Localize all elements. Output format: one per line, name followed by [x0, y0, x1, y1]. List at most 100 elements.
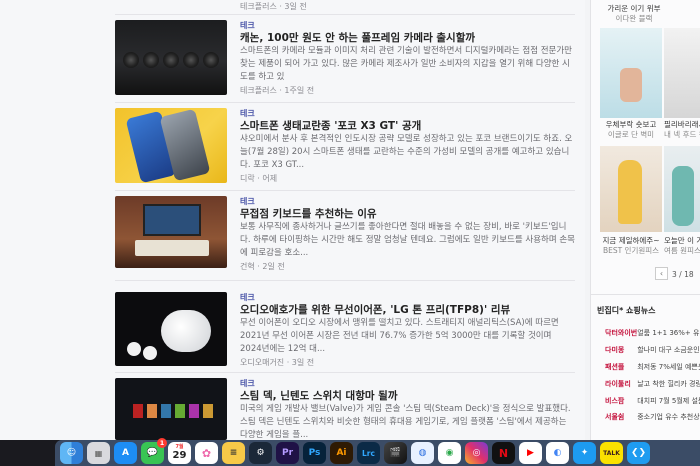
article-meta: 오디오매거진 · 3일 전	[240, 358, 315, 367]
lightroom-classic-icon[interactable]: Lrc	[357, 442, 380, 464]
shop-name[interactable]: 닥터와이번	[605, 328, 637, 338]
product-image[interactable]	[600, 146, 662, 232]
divider	[115, 102, 575, 103]
sidebar-product[interactable]: 가리운 이기 위부 이다완 블랙	[600, 4, 668, 24]
keyboard-thumbnail[interactable]	[115, 196, 227, 268]
dock: ☺ ▦ A 💬 1 7월 29 ✿ ≡ ⚙ Pr Ps Ai Lrc 🎬 ◍ ◉…	[55, 438, 700, 466]
browser-page: 테크플러스 · 3일 전 테크 캐논, 100만 원도 안 하는 풀프레임 카메…	[0, 0, 700, 440]
shop-item[interactable]: 얼룸 1+1 36%+ 유	[637, 329, 699, 337]
article-category[interactable]: 테크	[240, 196, 575, 207]
divider	[115, 280, 575, 281]
article-summary: 무선 이어폰이 오디오 시장에서 맹위를 떨치고 있다. 스트래티지 애널리틱스…	[240, 318, 559, 354]
sidebar-product[interactable]: 지금 제일하에주~ BEST 인기원피스	[600, 236, 662, 256]
product-title[interactable]: 우체부락 숏보고	[600, 120, 662, 130]
final-cut-icon[interactable]: 🎬	[384, 442, 407, 464]
photoshop-icon[interactable]: Ps	[303, 442, 326, 464]
shop-name[interactable]: 라이툴리	[605, 379, 635, 389]
kakaotalk-icon[interactable]: TALK	[600, 442, 623, 464]
product-title[interactable]: 오늘만 이 가격	[664, 236, 700, 246]
shopping-row[interactable]: 비스팜 대치피 7월 5월제 설문 시네	[605, 396, 700, 406]
instagram-icon[interactable]: ◎	[465, 442, 488, 464]
shop-item[interactable]: 대치피 7월 5월제 설문 시네	[637, 397, 700, 405]
article-title[interactable]: 캐논, 100만 원도 안 하는 풀프레임 카메라 출시할까	[240, 31, 575, 45]
product-subtitle: 내 넥 후드 원피스	[664, 130, 700, 139]
shop-item[interactable]: 날고 착한 힐리카 경량팩	[637, 380, 700, 388]
messages-icon[interactable]: 💬 1	[141, 438, 167, 464]
shop-name[interactable]: 비스팜	[605, 396, 635, 406]
article-item[interactable]: 테크 캐논, 100만 원도 안 하는 풀프레임 카메라 출시할까 스마트폰의 …	[115, 20, 575, 100]
product-subtitle: 이다완 블랙	[615, 14, 653, 23]
steam-deck-thumbnail[interactable]	[115, 378, 227, 440]
camera-thumbnail[interactable]	[115, 20, 227, 95]
product-title[interactable]: 필리바리래시	[664, 120, 700, 130]
divider	[590, 294, 700, 295]
illustrator-icon[interactable]: Ai	[330, 442, 353, 464]
product-image[interactable]	[600, 28, 662, 118]
article-category[interactable]: 테크	[240, 108, 575, 119]
shopping-row[interactable]: 닥터와이번 얼룸 1+1 36%+ 유	[605, 328, 700, 338]
product-title[interactable]: 가리운 이기 위부	[600, 4, 668, 14]
phone-thumbnail[interactable]	[115, 108, 227, 183]
sidebar-product[interactable]: 오늘만 이 가격 여름 원피스	[664, 236, 700, 256]
earbuds-thumbnail[interactable]	[115, 292, 227, 366]
shop-item[interactable]: 할나미 대구 소금운인 할머	[637, 346, 700, 354]
youtube-icon[interactable]: ▶	[519, 442, 542, 464]
article-title[interactable]: 스팀 덱, 닌텐도 스위치 대항마 될까	[240, 389, 575, 403]
prev-page-button[interactable]: ‹	[655, 267, 668, 280]
shopping-row[interactable]: 다미몽 할나미 대구 소금운인 할머	[605, 345, 700, 355]
premiere-icon[interactable]: Pr	[276, 442, 299, 464]
chrome-icon[interactable]: ◐	[546, 442, 569, 464]
product-image[interactable]	[664, 146, 700, 232]
steam-icon[interactable]: ⚙	[249, 442, 272, 464]
shop-name[interactable]: 패션플	[605, 362, 635, 372]
shopping-row[interactable]: 라이툴리 날고 착한 힐리카 경량팩	[605, 379, 700, 389]
shop-name[interactable]: 서울쉼	[605, 412, 635, 422]
article-item[interactable]: 테크플러스 · 3일 전	[115, 0, 575, 12]
shopping-row[interactable]: 패션플 최저동 7%세일 예쁜옷 핫한	[605, 362, 700, 372]
shop-item[interactable]: 최저동 7%세일 예쁜옷 핫한	[637, 363, 700, 371]
sidebar-product[interactable]: 필리바리래시 내 넥 후드 원피스	[664, 120, 700, 140]
divider	[115, 14, 575, 15]
article-item[interactable]: 테크 스팀 덱, 닌텐도 스위치 대항마 될까 미국의 게임 개발사 밸브(Va…	[115, 378, 575, 440]
article-summary: 스마트폰의 카메라 모듈과 이미지 처리 관련 기술이 발전하면서 디지털카메라…	[240, 46, 573, 82]
shopping-row[interactable]: 서울쉼 중소기업 유수 추천상품 유	[605, 412, 700, 422]
calendar-day: 29	[172, 450, 187, 461]
article-category[interactable]: 테크	[240, 20, 575, 31]
shop-name[interactable]: 다미몽	[605, 345, 635, 355]
divider	[115, 372, 575, 373]
product-title[interactable]: 지금 제일하에주~	[600, 236, 662, 246]
sidebar-product[interactable]: 우체부락 숏보고 이글로 단 벽미	[600, 120, 662, 140]
pager-indicator: 3 / 18	[672, 270, 694, 279]
notes-icon[interactable]: ≡	[222, 442, 245, 464]
product-subtitle: 이글로 단 벽미	[607, 130, 655, 139]
netflix-icon[interactable]: N	[492, 442, 515, 464]
article-title[interactable]: 스마트폰 생태교란종 '포코 X3 GT' 공개	[240, 119, 575, 133]
article-meta: 디락 · 어제	[240, 174, 278, 183]
article-category[interactable]: 테크	[240, 292, 575, 303]
product-subtitle: BEST 인기원피스	[602, 246, 660, 255]
kakao-icon[interactable]: ◉	[438, 442, 461, 464]
vpn-icon[interactable]: ◍	[411, 442, 434, 464]
article-category[interactable]: 테크	[240, 378, 575, 389]
product-image[interactable]	[664, 28, 700, 118]
article-item[interactable]: 테크 오디오애호가를 위한 무선이어폰, 'LG 톤 프리(TFP8)' 리뷰 …	[115, 292, 575, 372]
shopping-news-heading: 빈집디* 쇼핑뉴스	[597, 306, 656, 315]
shop-item[interactable]: 중소기업 유수 추천상품 유	[637, 413, 700, 421]
article-meta: 건혁 · 2일 전	[240, 262, 285, 271]
article-item[interactable]: 테크 스마트폰 생태교란종 '포코 X3 GT' 공개 샤오미에서 분사 후 본…	[115, 108, 575, 188]
vscode-icon[interactable]: ❮❯	[627, 442, 650, 464]
article-title[interactable]: 무접점 키보드를 추천하는 이유	[240, 207, 575, 221]
article-summary: 미국의 게임 개발사 밸브(Valve)가 게임 콘솔 '스팀 덱(Steam …	[240, 404, 571, 440]
article-title[interactable]: 오디오애호가를 위한 무선이어폰, 'LG 톤 프리(TFP8)' 리뷰	[240, 303, 575, 317]
article-meta: 테크플러스 · 1주일 전	[240, 86, 315, 95]
article-meta: 테크플러스 · 3일 전	[240, 2, 307, 11]
article-item[interactable]: 테크 무접점 키보드를 추천하는 이유 보통 사무직에 종사하거나 글쓰기를 좋…	[115, 196, 575, 276]
launchpad-icon[interactable]: ▦	[87, 442, 110, 464]
finder-icon[interactable]: ☺	[60, 442, 83, 464]
photos-icon[interactable]: ✿	[195, 442, 218, 464]
article-summary: 샤오미에서 분사 후 본격적인 인도시장 공략 모델로 성장하고 있는 포코 브…	[240, 134, 573, 170]
calendar-icon[interactable]: 7월 29	[168, 442, 191, 464]
twitter-icon[interactable]: ✦	[573, 442, 596, 464]
app-store-icon[interactable]: A	[114, 442, 137, 464]
notification-badge: 1	[157, 438, 167, 448]
